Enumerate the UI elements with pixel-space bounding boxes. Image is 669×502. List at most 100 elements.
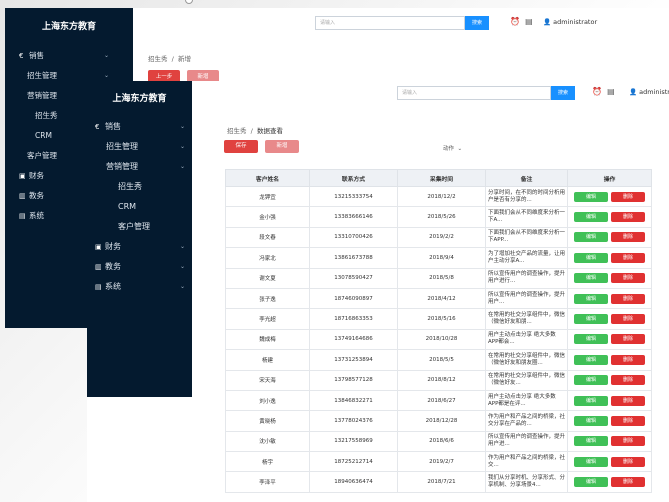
edit-button[interactable]: 编辑 [574, 232, 608, 243]
front-menu-item[interactable]: 客户管理 [87, 217, 192, 237]
menu-icon: ▤ [95, 283, 102, 291]
delete-button[interactable]: 删除 [611, 334, 645, 345]
front-menu-item[interactable]: 营销管理 ⌄ [87, 157, 192, 177]
edit-button[interactable]: 编辑 [574, 477, 608, 488]
table-row: 张子逸 18746090897 2018/4/12 所以宣传用户的调查操作，提升用户.… [225, 287, 652, 310]
delete-button[interactable]: 删除 [611, 436, 645, 447]
front-menu-item[interactable]: 招生管理 ⌄ [87, 137, 192, 157]
cell-name: 杨宇 [225, 451, 310, 473]
front-menu-item[interactable]: CRM [87, 197, 192, 217]
cell-note: 我们从分享时机、分享形式、分享机制、分享场景4... [485, 471, 568, 493]
cell-note: 作为用户和产品之间的桥梁，社交... [485, 451, 568, 473]
edit-button[interactable]: 编辑 [574, 415, 608, 426]
cell-name: 李泽平 [225, 471, 310, 493]
cell-name: 魏成梅 [225, 328, 310, 351]
edit-button[interactable]: 编辑 [574, 436, 608, 447]
delete-button[interactable]: 删除 [611, 375, 645, 386]
table-row: 龙钾宜 13215333754 2018/12/2 分享时间，在不同的时间分析用户是否… [225, 185, 652, 208]
chevron-down-icon: ⌄ [179, 143, 185, 150]
menu-item-label: 销售 [105, 122, 121, 131]
cell-phone: 13217558969 [309, 430, 398, 453]
front-window: 上海东方教育 € 销售 ⌄ 招生管理 ⌄ 营销管理 ⌄ 招生秀 CRM 客户管理 ▣ 财务 ⌄ ▥ 教务 ⌄ ▤… [87, 81, 669, 502]
edit-button[interactable]: 编辑 [574, 252, 608, 263]
new-button[interactable]: 新增 [265, 140, 299, 153]
back-user-menu[interactable]: 👤 administrator [543, 18, 597, 26]
edit-button[interactable]: 编辑 [574, 456, 608, 467]
message-icon[interactable]: ▤ [525, 17, 533, 26]
front-toolbar-icons: ⏰ ▤ [592, 87, 615, 96]
edit-button[interactable]: 编辑 [574, 212, 608, 223]
front-breadcrumb-parent[interactable]: 招生秀 [227, 127, 247, 135]
front-breadcrumb-sep: / [250, 127, 253, 135]
delete-button[interactable]: 删除 [611, 212, 645, 223]
delete-button[interactable]: 删除 [611, 293, 645, 304]
edit-button[interactable]: 编辑 [574, 354, 608, 365]
cell-time: 2018/9/4 [397, 247, 486, 269]
menu-item-label: 系统 [105, 282, 121, 291]
cell-time: 2018/5/16 [397, 308, 486, 330]
cell-time: 2018/7/21 [397, 471, 486, 493]
edit-button[interactable]: 编辑 [574, 395, 608, 406]
menu-item-label: CRM [118, 202, 137, 211]
message-icon[interactable]: ▤ [607, 87, 615, 96]
menu-item-label: 营销管理 [27, 91, 57, 100]
front-menu-item[interactable]: € 销售 ⌄ [87, 117, 192, 137]
back-breadcrumb-parent[interactable]: 招生秀 [148, 55, 168, 63]
delete-button[interactable]: 删除 [611, 314, 645, 325]
menu-item-label: 客户管理 [27, 151, 57, 160]
delete-button[interactable]: 删除 [611, 477, 645, 488]
front-search-input[interactable]: 请输入 [397, 86, 551, 100]
delete-button[interactable]: 删除 [611, 232, 645, 243]
back-breadcrumb-sep: / [171, 55, 174, 63]
edit-button[interactable]: 编辑 [574, 375, 608, 386]
delete-button[interactable]: 删除 [611, 456, 645, 467]
back-search-button[interactable]: 搜索 [465, 16, 489, 30]
front-sidebar: 上海东方教育 € 销售 ⌄ 招生管理 ⌄ 营销管理 ⌄ 招生秀 CRM 客户管理 ▣ 财务 ⌄ ▥ 教务 ⌄ ▤… [87, 81, 192, 397]
delete-button[interactable]: 删除 [611, 191, 645, 202]
cell-actions: 编辑 删除 [567, 430, 652, 453]
edit-button[interactable]: 编辑 [574, 293, 608, 304]
cell-note: 为了增加社交产品的流量，让用户主动分享A... [485, 247, 568, 269]
delete-button[interactable]: 删除 [611, 273, 645, 284]
front-user-menu[interactable]: 👤 administrator [629, 88, 669, 96]
cell-name: 冯家北 [225, 247, 310, 269]
window-handle-dot[interactable] [185, 0, 193, 4]
front-menu-item[interactable]: ▤ 系统 ⌄ [87, 277, 192, 297]
col-header-actions: 操作 [567, 169, 652, 187]
cell-name: 李光超 [225, 308, 310, 330]
front-search-button[interactable]: 搜索 [551, 86, 575, 100]
cell-actions: 编辑 删除 [567, 471, 652, 493]
back-username: administrator [553, 18, 598, 26]
cell-actions: 编辑 删除 [567, 451, 652, 473]
front-menu-item[interactable]: ▣ 财务 ⌄ [87, 237, 192, 257]
cell-actions: 编辑 删除 [567, 410, 652, 432]
delete-button[interactable]: 删除 [611, 415, 645, 426]
edit-button[interactable]: 编辑 [574, 314, 608, 325]
cell-note: 在常用的社交分享组件中，微信（微信好友... [485, 369, 568, 391]
edit-button[interactable]: 编辑 [574, 273, 608, 284]
edit-button[interactable]: 编辑 [574, 334, 608, 345]
delete-button[interactable]: 删除 [611, 354, 645, 365]
cell-phone: 13215333754 [309, 185, 398, 208]
cell-note: 分享时间，在不同的时间分析用户是否有分享的... [485, 185, 568, 208]
delete-button[interactable]: 删除 [611, 252, 645, 263]
front-menu-item[interactable]: 招生秀 [87, 177, 192, 197]
menu-item-label: 招生秀 [118, 182, 142, 191]
cell-time: 2018/5/8 [397, 267, 486, 289]
delete-button[interactable]: 删除 [611, 395, 645, 406]
front-username: administrator [639, 88, 669, 96]
cell-note: 所以宣传用户的调查操作，提升用户进行... [485, 267, 568, 289]
edit-button[interactable]: 编辑 [574, 191, 608, 202]
back-menu-item[interactable]: € 销售 ⌄ [5, 46, 133, 66]
alarm-icon[interactable]: ⏰ [592, 87, 602, 96]
actions-dropdown[interactable]: 动作 ⌄ [443, 144, 462, 152]
cell-phone: 13846832271 [309, 389, 398, 412]
table-header-row: 客户姓名 联系方式 采集时间 备注 操作 [225, 169, 652, 187]
back-search-input[interactable]: 请输入 [315, 16, 465, 30]
menu-item-label: 营销管理 [106, 162, 138, 171]
alarm-icon[interactable]: ⏰ [510, 17, 520, 26]
cell-phone: 13078590427 [309, 267, 398, 289]
save-button[interactable]: 保存 [224, 140, 258, 153]
chevron-down-icon: ⌄ [103, 52, 109, 59]
front-menu-item[interactable]: ▥ 教务 ⌄ [87, 257, 192, 277]
